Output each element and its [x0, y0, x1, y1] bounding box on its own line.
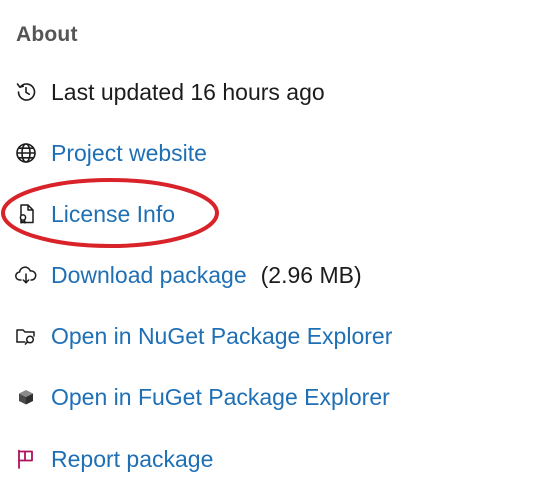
download-package-link[interactable]: Download package — [51, 262, 247, 289]
fuget-explorer-link[interactable]: Open in FuGet Package Explorer — [51, 384, 390, 411]
project-website-link[interactable]: Project website — [51, 140, 207, 167]
about-panel: About Last updated 16 hours ago Project … — [0, 0, 541, 496]
package-cube-icon — [14, 385, 38, 409]
report-package-link[interactable]: Report package — [51, 446, 213, 473]
cloud-download-icon — [14, 263, 38, 287]
fuget-explorer-row[interactable]: Open in FuGet Package Explorer — [14, 382, 390, 412]
license-info-row[interactable]: License Info — [14, 199, 175, 229]
nuget-explorer-row[interactable]: Open in NuGet Package Explorer — [14, 321, 392, 351]
project-website-row[interactable]: Project website — [14, 138, 207, 168]
about-heading: About — [16, 23, 78, 46]
report-package-row[interactable]: Report package — [14, 444, 213, 474]
last-updated-text: Last updated 16 hours ago — [51, 78, 325, 105]
package-size: (2.96 MB) — [260, 261, 362, 288]
folder-search-icon — [14, 324, 38, 348]
history-icon — [14, 80, 38, 104]
license-info-link[interactable]: License Info — [51, 201, 175, 228]
globe-icon — [14, 141, 38, 165]
license-file-icon — [14, 202, 38, 226]
last-updated-row: Last updated 16 hours ago — [14, 77, 325, 107]
download-package-row[interactable]: Download package (2.96 MB) — [14, 260, 362, 290]
flag-icon — [14, 447, 38, 471]
nuget-explorer-link[interactable]: Open in NuGet Package Explorer — [51, 323, 392, 350]
